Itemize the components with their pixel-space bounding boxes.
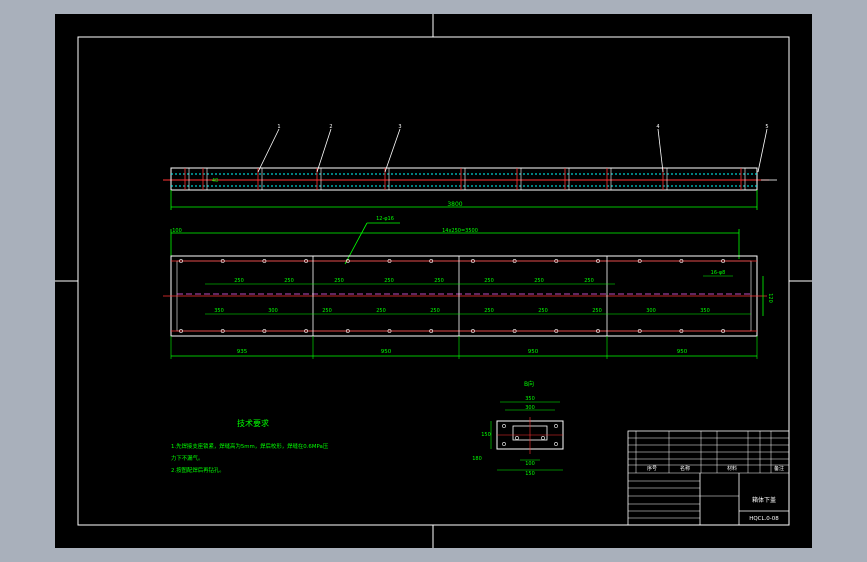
section-b-view: B向 350 300 150 100 150 180: [472, 380, 564, 477]
segment-dim-1: 950: [381, 349, 392, 355]
part-number-1: 1: [277, 124, 280, 130]
section-dim-2: 300: [525, 405, 535, 411]
drawing-sheet: 3800 40 1 2 3 4 5 100 14x250=3500 12-φ16: [55, 14, 812, 548]
part-number-4: 4: [656, 124, 659, 130]
top-view: 100 14x250=3500 12-φ16 250 250 250 250 250 25…: [163, 216, 773, 359]
tech-item-2: 2.按图配焊后再钻孔。: [171, 466, 225, 474]
section-label: B向: [524, 380, 534, 388]
section-dim-4: 100: [525, 461, 535, 467]
segment-dim-0: 935: [237, 349, 248, 355]
part-number-3: 3: [398, 124, 401, 130]
tb-header-material: 材料: [727, 465, 737, 472]
width-dim: 120: [767, 293, 773, 303]
lower-dim-4: 250: [430, 308, 440, 314]
upper-dim-2: 250: [334, 278, 344, 284]
part-number-5: 5: [765, 124, 768, 130]
upper-dim-5: 250: [484, 278, 494, 284]
technical-requirements: 技术要求 1.先焊接支座锁紧，焊缝高为5mm，焊后校形，焊缝在0.6MPa压 力…: [171, 418, 329, 474]
side-hole-note: 16-φ8: [711, 270, 726, 276]
section-dim-5: 150: [525, 471, 535, 477]
drawing-number: HQCL.0-08: [749, 516, 779, 522]
lower-dim-7: 250: [592, 308, 602, 314]
part-leaders: 1 2 3 4 5: [257, 124, 769, 173]
hole-pitch-dim: 14x250=3500: [442, 228, 478, 234]
side-length-dim: 3800: [447, 201, 462, 208]
section-dim-6: 180: [472, 456, 482, 462]
cad-drawing: 3800 40 1 2 3 4 5 100 14x250=3500 12-φ16: [55, 14, 812, 548]
lower-dim-0: 350: [214, 308, 224, 314]
lower-dim-2: 250: [322, 308, 332, 314]
lower-dim-1: 300: [268, 308, 278, 314]
upper-dim-6: 250: [534, 278, 544, 284]
segment-dim-3: 950: [677, 349, 688, 355]
tb-header-no: 序号: [647, 465, 657, 472]
lower-dim-5: 250: [484, 308, 494, 314]
upper-dim-3: 250: [384, 278, 394, 284]
upper-dim-4: 250: [434, 278, 444, 284]
tb-header-remark: 备注: [774, 465, 784, 472]
side-left-tag: 40: [212, 178, 218, 184]
side-view: 3800 40: [163, 167, 777, 210]
upper-dim-0: 250: [234, 278, 244, 284]
tech-item-1: 1.先焊接支座锁紧，焊缝高为5mm，焊后校形，焊缝在0.6MPa压: [171, 442, 329, 450]
tech-title: 技术要求: [237, 418, 269, 428]
tb-header-name: 名称: [680, 465, 690, 472]
drawing-name: 箱体下盖: [752, 496, 776, 504]
part-number-2: 2: [329, 124, 332, 130]
hole-note: 12-φ16: [376, 216, 394, 222]
lower-dim-3: 250: [376, 308, 386, 314]
lower-dim-8: 300: [646, 308, 656, 314]
section-dim-3: 150: [481, 432, 491, 438]
lower-dim-6: 250: [538, 308, 548, 314]
title-block: 序号 名称 材料 备注 箱体下盖 HQCL.0-08: [627, 430, 790, 526]
upper-dim-7: 250: [584, 278, 594, 284]
lower-dim-9: 350: [700, 308, 710, 314]
section-dim-1: 350: [525, 396, 535, 402]
left-offset-dim: 100: [172, 228, 182, 234]
upper-dim-1: 250: [284, 278, 294, 284]
tech-item-1-cont: 力下不漏气。: [171, 454, 203, 462]
segment-dim-2: 950: [528, 349, 539, 355]
